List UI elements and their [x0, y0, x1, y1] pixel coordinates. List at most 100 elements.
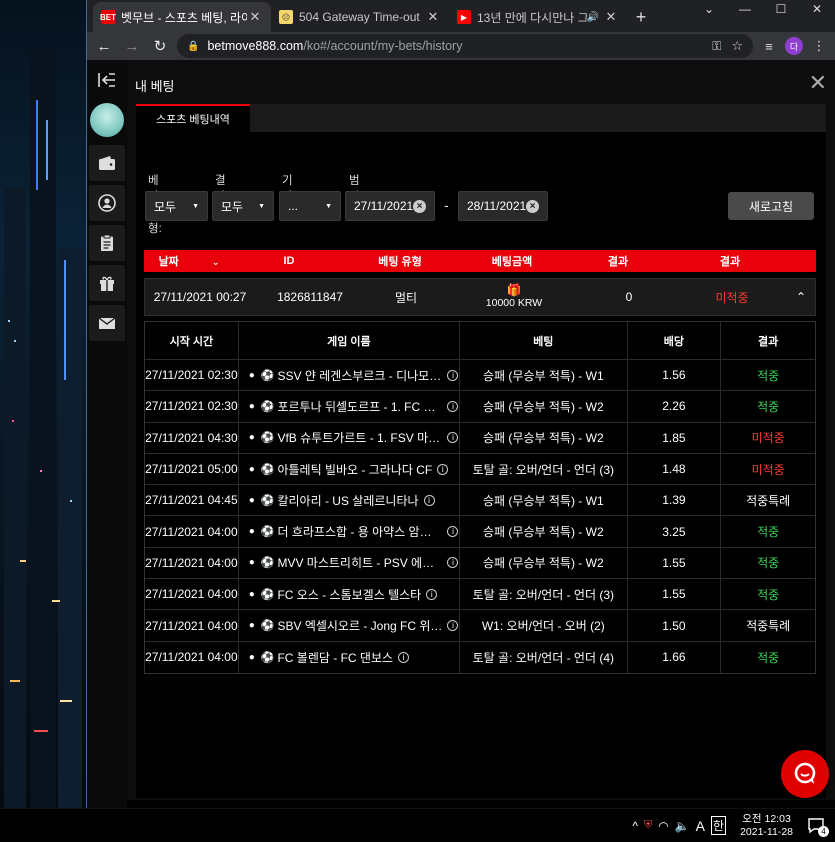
media-control-icon[interactable]: ≡ — [759, 39, 779, 54]
close-tab-icon[interactable]: ✕ — [247, 9, 263, 25]
result-select[interactable]: 모두 ▼ — [212, 191, 274, 221]
clock[interactable]: 오전 12:03 2021-11-28 — [732, 813, 801, 839]
detail-odds: 2.26 — [628, 391, 722, 422]
bet-amount: 10000 KRW — [485, 297, 543, 309]
detail-game-cell: ● ⚽MVV 마스트리히트 - PSV 에인트호번 II i — [239, 547, 461, 579]
tab-search-icon[interactable]: ⌄ — [691, 0, 727, 18]
tab-bar: 스포츠 베팅내역 — [136, 104, 826, 132]
header-date[interactable]: 날짜 ⌄ — [144, 253, 234, 269]
ime-a[interactable]: A — [696, 818, 705, 834]
info-icon[interactable]: i — [423, 494, 435, 506]
detail-row: 27/11/2021 04:00 ● ⚽ FC 오스 - 스톰보겔스 텔스타 i 토탈 골… — [145, 579, 815, 611]
reload-button[interactable]: ↻ — [149, 37, 171, 55]
betmove-logo-icon: BET — [100, 10, 116, 24]
sad-face-icon: ☹ — [279, 10, 293, 24]
bet-type-select[interactable]: 모두 ▼ — [145, 191, 208, 221]
speaker-icon[interactable]: 🔊 — [587, 12, 599, 23]
wifi-icon[interactable]: ◠ — [658, 819, 668, 833]
close-icon[interactable]: ✕ — [809, 70, 827, 96]
lock-icon[interactable]: 🔒 — [187, 41, 199, 52]
close-window-button[interactable]: ✕ — [799, 0, 835, 18]
tab-sports-bet-history[interactable]: 스포츠 베팅내역 — [136, 104, 250, 132]
window-controls: ⌄ — ☐ ✕ — [691, 0, 835, 18]
notification-icon[interactable]: 4 — [807, 816, 829, 837]
volume-icon[interactable]: 🔈 — [675, 819, 690, 833]
bet-row[interactable]: 27/11/2021 00:27 1826811847 멀티 🎁 10000 K… — [144, 278, 816, 316]
info-icon[interactable]: i — [447, 526, 459, 538]
detail-row: 27/11/2021 05:00 ● ⚽ 아틀레틱 빌바오 - 그라나다 CF i 토탈 … — [145, 453, 815, 486]
info-icon[interactable]: i — [447, 369, 459, 381]
soccer-ball-icon: ⚽ — [260, 432, 275, 445]
collapse-menu-icon[interactable] — [87, 60, 127, 100]
detail-result: 미적중 — [751, 462, 785, 477]
chevron-up-icon[interactable]: ^ — [632, 819, 638, 833]
forward-button[interactable]: → — [121, 38, 143, 55]
info-icon[interactable]: i — [447, 557, 459, 569]
clock-date: 2021-11-28 — [740, 825, 793, 838]
maximize-button[interactable]: ☐ — [763, 0, 799, 18]
mail-icon[interactable] — [89, 305, 125, 341]
bullet-icon: ● — [248, 463, 255, 475]
refresh-button[interactable]: 새로고침 — [728, 192, 814, 220]
user-avatar[interactable] — [90, 103, 124, 137]
detail-row: 27/11/2021 04:00 ● ⚽ SBV 엑셀시오르 - Jong FC 위트… — [145, 610, 815, 642]
info-icon[interactable]: i — [437, 463, 449, 475]
detail-start-time: 27/11/2021 04:30 — [145, 422, 239, 453]
info-icon[interactable]: i — [447, 400, 459, 412]
clipboard-icon[interactable] — [89, 225, 125, 261]
chevron-up-icon[interactable]: ⌃ — [787, 290, 815, 304]
tab-youtube[interactable]: ▶ 13년 만에 다시만나 그녀 🔊 ✕ — [449, 2, 627, 32]
ime-han[interactable]: 한 — [711, 816, 727, 835]
tab-gateway-timeout[interactable]: ☹ 504 Gateway Time-out ✕ — [271, 2, 449, 32]
detail-start-time: 27/11/2021 02:30 — [145, 360, 239, 391]
address-bar[interactable]: 🔒 betmove888.com /ko#/account/my-bets/hi… — [177, 34, 753, 58]
gift-icon[interactable] — [89, 265, 125, 301]
star-icon[interactable]: ☆ — [731, 38, 743, 54]
back-button[interactable]: ← — [93, 38, 115, 55]
detail-start-time: 27/11/2021 05:00 — [145, 453, 239, 485]
period-value: ... — [288, 199, 299, 213]
tab-title: 벳무브 - 스포츠 베팅, 라이브 — [121, 10, 247, 25]
chat-button[interactable] — [781, 750, 829, 798]
caret-down-icon: ▼ — [325, 202, 332, 210]
new-tab-button[interactable]: + — [627, 2, 655, 32]
detail-bet: 토탈 골: 오버/언더 - 언더 (3) — [460, 453, 628, 485]
detail-game-cell: ● ⚽SBV 엑셀시오르 - Jong FC 위트레흐트 i — [239, 610, 461, 641]
info-icon[interactable]: i — [426, 588, 438, 600]
period-select[interactable]: ... ▼ — [279, 191, 341, 221]
detail-bet: 토탈 골: 오버/언더 - 언더 (3) — [460, 579, 628, 610]
detail-bet: 승패 (무승부 적특) - W2 — [460, 516, 628, 547]
detail-result: 적중 — [757, 587, 780, 602]
menu-icon[interactable]: ⋮ — [809, 38, 829, 54]
close-tab-icon[interactable]: ✕ — [603, 9, 619, 25]
bullet-icon: ● — [248, 557, 255, 569]
profile-icon[interactable] — [89, 185, 125, 221]
clear-icon[interactable]: × — [526, 199, 539, 213]
range-to-input[interactable]: 28/11/2021 × — [458, 191, 548, 221]
tab-betmove[interactable]: BET 벳무브 - 스포츠 베팅, 라이브 ✕ — [93, 2, 271, 32]
info-icon[interactable]: i — [447, 620, 459, 632]
detail-odds: 1.39 — [628, 485, 722, 516]
detail-bet: 승패 (무승부 적특) - W2 — [460, 422, 628, 453]
header-payout: 결과 — [607, 256, 629, 268]
security-icon[interactable]: ⛨ — [644, 819, 652, 832]
notification-count: 4 — [818, 825, 829, 837]
profile-avatar[interactable]: 다 — [785, 37, 803, 55]
info-icon[interactable]: i — [447, 432, 459, 444]
result-value: 모두 — [221, 199, 244, 214]
bullet-icon: ● — [248, 369, 255, 381]
wallet-icon[interactable] — [89, 145, 125, 181]
detail-odds: 1.85 — [628, 422, 722, 453]
clear-icon[interactable]: × — [413, 199, 426, 213]
detail-game-cell: ● ⚽ FC 오스 - 스톰보겔스 텔스타 i — [239, 579, 461, 610]
soccer-ball-icon: ⚽ — [260, 557, 275, 570]
header-amount: 베팅금액 — [491, 256, 533, 268]
info-icon[interactable]: i — [398, 651, 410, 663]
key-icon[interactable]: ⚿ — [712, 39, 721, 54]
minimize-button[interactable]: — — [727, 0, 763, 18]
chevron-down-icon[interactable]: ⌄ — [212, 257, 220, 267]
tab-title: 504 Gateway Time-out — [299, 10, 420, 24]
detail-odds: 1.66 — [628, 641, 722, 673]
range-from-input[interactable]: 27/11/2021 × — [345, 191, 435, 221]
close-tab-icon[interactable]: ✕ — [425, 9, 441, 25]
